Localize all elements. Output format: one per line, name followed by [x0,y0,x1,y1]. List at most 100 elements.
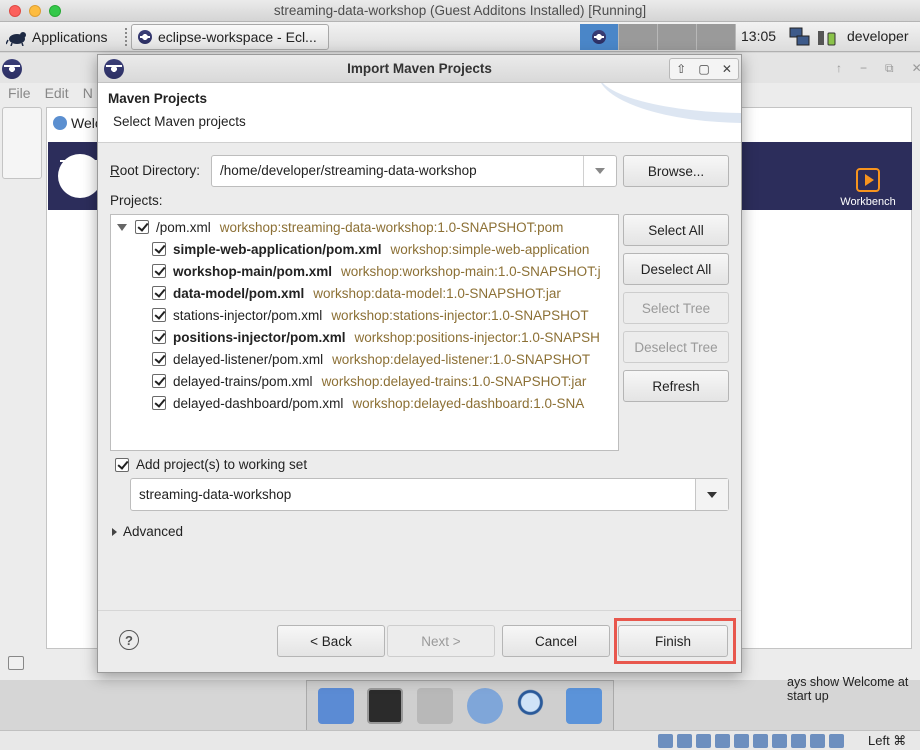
optical-drive-icon[interactable] [677,734,692,748]
tree-row[interactable]: positions-injector/pom.xml workshop:posi… [152,326,600,348]
working-set-dropdown[interactable] [695,479,728,510]
advanced-label: Advanced [123,524,184,539]
project-checkbox[interactable] [152,308,166,322]
workspace-3[interactable] [658,24,697,50]
power-plug-icon[interactable] [814,25,838,49]
eclipse-minimize-icon[interactable]: − [860,61,867,76]
cpu-icon[interactable] [810,734,825,748]
search-icon[interactable] [516,687,553,724]
project-checkbox[interactable] [152,374,166,388]
wizard-page-description: Select Maven projects [113,114,246,129]
wizard-header: Maven Projects Select Maven projects [98,83,741,143]
deselect-all-button[interactable]: Deselect All [623,253,729,285]
project-checkbox[interactable] [152,286,166,300]
tree-row[interactable]: data-model/pom.xml workshop:data-model:1… [152,282,561,304]
taskbar-eclipse-button[interactable]: eclipse-workspace - Ecl... [131,24,329,50]
projects-tree[interactable]: /pom.xml workshop:streaming-data-worksho… [110,214,619,451]
working-set-checkbox[interactable] [115,457,129,472]
eclipse-maximize-icon[interactable]: ↑ [836,61,842,76]
project-checkbox[interactable] [152,242,166,256]
chevron-down-icon [707,491,717,498]
deselect-tree-label: Deselect Tree [634,339,718,355]
project-checkbox[interactable] [152,352,166,366]
panel-clock[interactable]: 13:05 [741,28,776,44]
refresh-button[interactable]: Refresh [623,370,729,402]
tree-row[interactable]: delayed-listener/pom.xml workshop:delaye… [152,348,590,370]
add-to-working-set-checkbox[interactable]: Add project(s) to working set [115,457,307,472]
workbench-button[interactable]: Workbench [838,168,898,208]
wizard-page-title: Maven Projects [108,91,208,106]
dialog-shade-icon[interactable]: ⇧ [676,62,686,76]
eclipse-close-icon[interactable]: ✕ [912,61,920,76]
taskbar-eclipse-label: eclipse-workspace - Ecl... [158,29,317,45]
root-directory-dropdown[interactable] [583,156,616,186]
menu-file[interactable]: File [8,85,31,101]
tree-row[interactable]: delayed-dashboard/pom.xml workshop:delay… [152,392,584,414]
tree-expand-icon[interactable] [117,223,127,231]
recording-icon[interactable] [791,734,806,748]
project-gav: workshop:delayed-listener:1.0-SNAPSHOT [332,351,591,367]
project-checkbox[interactable] [135,220,149,234]
workspace-2[interactable] [619,24,658,50]
mouse-integration-icon[interactable] [829,734,844,748]
browse-button[interactable]: Browse... [623,155,729,187]
project-checkbox[interactable] [152,264,166,278]
working-set-label: Add project(s) to working set [136,457,308,472]
deselect-tree-button[interactable]: Deselect Tree [623,331,729,363]
web-browser-icon[interactable] [466,687,503,724]
workspace-4[interactable] [697,24,736,50]
cancel-label: Cancel [534,633,578,649]
always-show-welcome-text[interactable]: ays show Welcome at start up [787,675,911,703]
project-name: workshop-main/pom.xml [173,263,333,279]
cancel-button[interactable]: Cancel [502,625,610,657]
file-manager-icon[interactable] [417,687,454,724]
menu-edit[interactable]: Edit [45,85,69,101]
eclipse-icon [138,30,152,44]
next-button[interactable]: Next > [387,625,495,657]
eclipse-icon [2,59,22,79]
select-tree-label: Select Tree [641,300,711,316]
menu-navigate[interactable]: N [83,85,93,101]
tree-row[interactable]: simple-web-application/pom.xml workshop:… [152,238,589,260]
deselect-all-label: Deselect All [640,261,712,277]
select-all-button[interactable]: Select All [623,214,729,246]
desktop-folder-icon[interactable] [317,687,354,724]
network-adapter-icon[interactable] [715,734,730,748]
folder-icon[interactable] [566,687,603,724]
audio-icon[interactable] [696,734,711,748]
display-icon[interactable] [772,734,787,748]
tree-row[interactable]: stations-injector/pom.xml workshop:stati… [152,304,589,326]
network-icon[interactable] [788,25,812,49]
root-directory-value: /home/developer/streaming-data-workshop [220,163,477,178]
tree-row-root[interactable]: /pom.xml workshop:streaming-data-worksho… [117,216,563,238]
select-tree-button[interactable]: Select Tree [623,292,729,324]
user-menu[interactable]: developer [847,28,909,44]
eclipse-menubar: File Edit N [8,85,93,101]
panel-separator [125,28,127,46]
applications-menu[interactable]: Applications [6,26,108,48]
usb-icon[interactable] [734,734,749,748]
project-checkbox[interactable] [152,396,166,410]
help-icon[interactable]: ? [119,630,139,650]
dialog-close-icon[interactable]: ✕ [722,62,732,76]
working-set-combo[interactable]: streaming-data-workshop [130,478,729,511]
tree-row[interactable]: workshop-main/pom.xml workshop:workshop-… [152,260,601,282]
terminal-icon[interactable] [367,687,404,724]
shared-folders-icon[interactable] [753,734,768,748]
hard-disk-icon[interactable] [658,734,673,748]
project-checkbox[interactable] [152,330,166,344]
dialog-titlebar: Import Maven Projects ⇧ ▢ ✕ [98,55,741,83]
tree-row[interactable]: delayed-trains/pom.xml workshop:delayed-… [152,370,586,392]
applications-label: Applications [32,29,108,45]
eclipse-restore-icon[interactable]: ⧉ [885,61,894,76]
root-directory-label-rest: oot Directory: [119,163,201,178]
project-name: positions-injector/pom.xml [173,329,346,345]
dialog-maximize-icon[interactable]: ▢ [698,62,709,76]
back-button[interactable]: < Back [277,625,385,657]
browse-label: Browse... [647,163,705,179]
advanced-section-toggle[interactable]: Advanced [112,524,183,539]
workspace-1[interactable] [580,24,619,50]
status-bar-icon[interactable] [8,656,24,670]
root-directory-combo[interactable]: /home/developer/streaming-data-workshop [211,155,617,187]
dialog-title: Import Maven Projects [347,61,492,76]
